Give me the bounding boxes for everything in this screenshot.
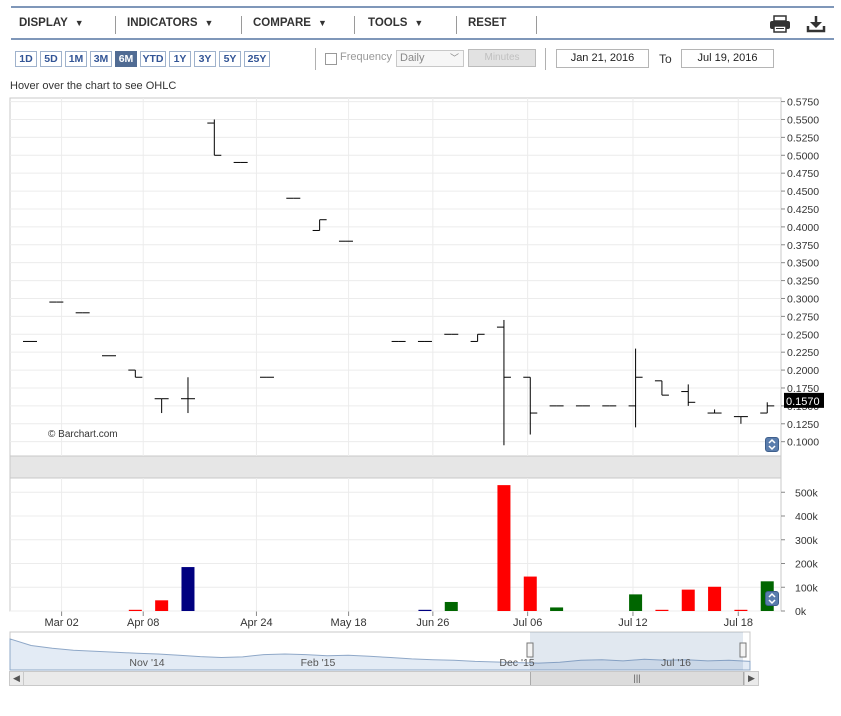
y-tick-label: 0.4250 xyxy=(787,204,819,216)
y-tick-label: 0.2000 xyxy=(787,365,819,377)
price-plot-area xyxy=(9,97,782,457)
x-tick-label: Mar 02 xyxy=(44,617,78,629)
y-tick-label: 0.3000 xyxy=(787,293,819,305)
y-tick-label: 500k xyxy=(795,487,819,499)
chart-canvas[interactable]: Mar 02 Apr 08 Apr 24 May 18 Jun 26 Jul 06 Jul … xyxy=(0,0,841,716)
navigator-handle[interactable] xyxy=(739,642,747,658)
navigator-label: Nov '14 xyxy=(129,657,164,669)
y-tick-label: 0.4500 xyxy=(787,186,819,198)
volume-axis-scroll-button[interactable] xyxy=(765,591,779,606)
y-tick-label: 0.5750 xyxy=(787,97,819,109)
volume-bar[interactable] xyxy=(629,594,643,611)
y-tick-label: 0.5000 xyxy=(787,150,819,162)
x-tick-label: Jul 12 xyxy=(618,617,647,629)
y-tick-label: 0.5250 xyxy=(787,132,819,144)
scroll-grip: ||| xyxy=(633,673,641,683)
volume-bar[interactable] xyxy=(418,609,432,611)
volume-bar[interactable] xyxy=(181,567,195,611)
price-axis-scroll-button[interactable] xyxy=(765,437,779,452)
scroll-thumb[interactable]: ||| xyxy=(530,672,744,685)
volume-bar[interactable] xyxy=(550,607,564,611)
y-tick-label: 0.1250 xyxy=(787,419,819,431)
y-tick-label: 0.3500 xyxy=(787,258,819,270)
y-tick-label: 0.5500 xyxy=(787,114,819,126)
watermark: © Barchart.com xyxy=(48,429,118,440)
y-tick-label: 0.4000 xyxy=(787,222,819,234)
volume-bar[interactable] xyxy=(708,586,722,611)
up-down-arrow-icon xyxy=(768,438,776,451)
x-tick-label: Apr 08 xyxy=(127,617,159,629)
y-tick-label: 400k xyxy=(795,511,819,523)
y-tick-label: 0.1000 xyxy=(787,437,819,449)
y-tick-label: 0.2250 xyxy=(787,347,819,359)
navigator-label: Jul '16 xyxy=(661,657,691,669)
volume-bar[interactable] xyxy=(655,609,669,611)
scroll-left-arrow-icon[interactable]: ◀ xyxy=(10,672,24,685)
volume-bar[interactable] xyxy=(681,589,695,611)
y-tick-label: 0.2750 xyxy=(787,311,819,323)
y-tick-label: 200k xyxy=(795,559,819,571)
volume-plot-area xyxy=(9,477,782,612)
navigator-scrollbar[interactable]: ◀ ||| ▶ xyxy=(9,671,759,686)
up-down-arrow-icon xyxy=(768,592,776,605)
y-tick-label: 0k xyxy=(795,606,807,618)
y-tick-label: 300k xyxy=(795,535,819,547)
last-price-label: 0.1570 xyxy=(786,396,820,408)
navigator-selection[interactable] xyxy=(530,632,743,670)
y-tick-label: 0.3250 xyxy=(787,276,819,288)
navigator-handle[interactable] xyxy=(526,642,534,658)
x-tick-label: Jun 26 xyxy=(416,617,449,629)
scroll-right-arrow-icon[interactable]: ▶ xyxy=(744,672,758,685)
x-tick-label: May 18 xyxy=(331,617,367,629)
volume-bar[interactable] xyxy=(128,609,142,611)
volume-bar[interactable] xyxy=(155,600,169,611)
y-tick-label: 100k xyxy=(795,582,819,594)
y-tick-label: 0.3750 xyxy=(787,240,819,252)
y-tick-label: 0.4750 xyxy=(787,168,819,180)
x-tick-label: Jul 18 xyxy=(724,617,753,629)
navigator-label: Dec '15 xyxy=(499,657,534,669)
x-tick-label: Apr 24 xyxy=(240,617,272,629)
navigator-label: Feb '15 xyxy=(301,657,336,669)
panel-separator xyxy=(9,455,782,479)
x-tick-label: Jul 06 xyxy=(513,617,542,629)
volume-bar[interactable] xyxy=(523,576,537,611)
y-tick-label: 0.2500 xyxy=(787,329,819,341)
volume-bar[interactable] xyxy=(444,601,458,611)
volume-bar[interactable] xyxy=(734,609,748,611)
volume-bar[interactable] xyxy=(497,485,511,611)
